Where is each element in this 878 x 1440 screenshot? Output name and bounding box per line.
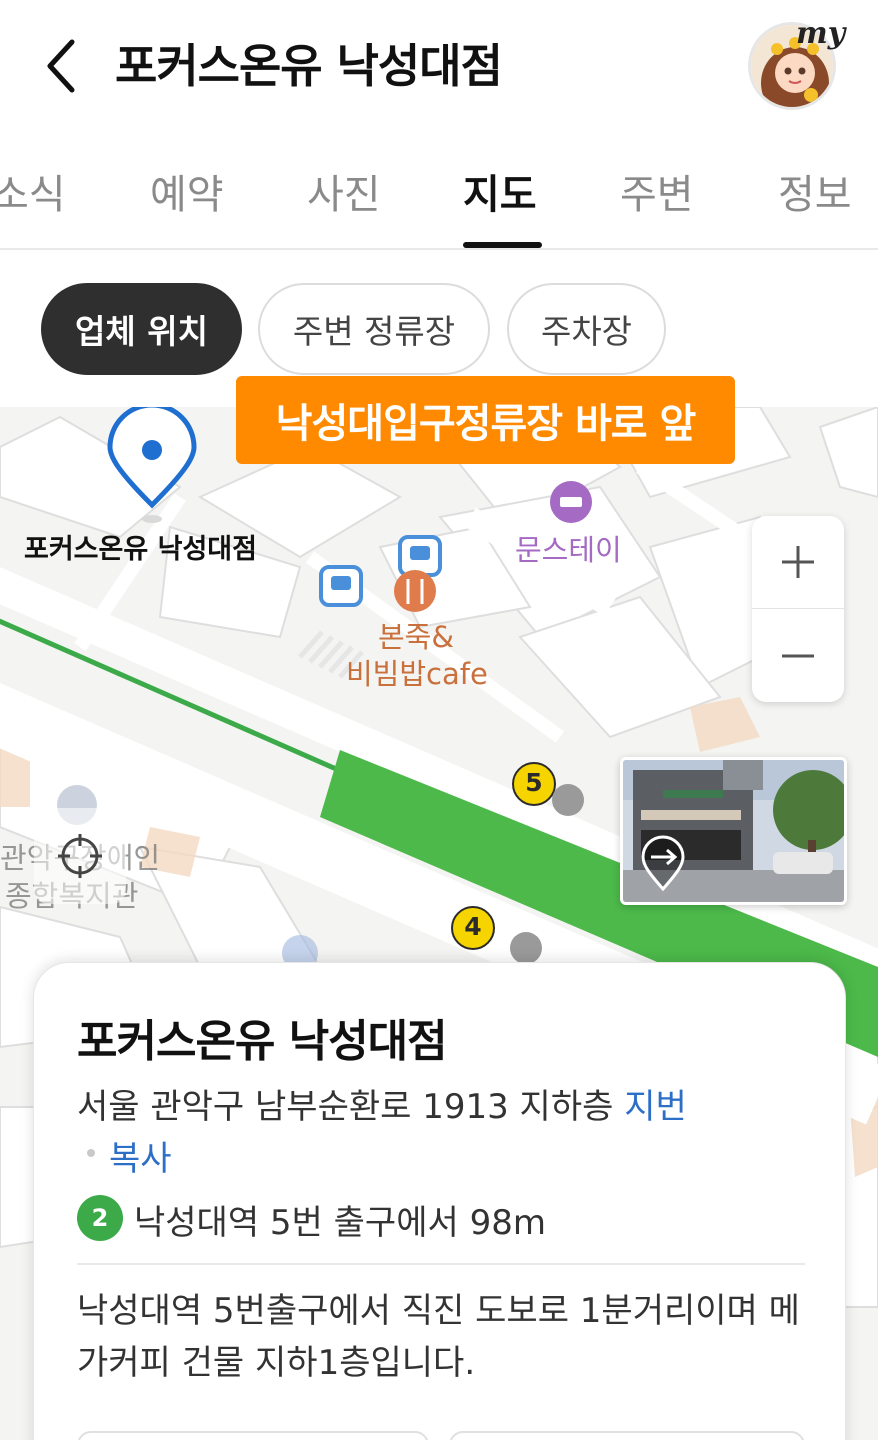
zoom-divider xyxy=(752,608,844,609)
street-view-thumbnail[interactable] xyxy=(620,757,847,905)
pin-label: 포커스온유 낙성대점 xyxy=(24,534,257,565)
back-button[interactable] xyxy=(30,28,90,104)
subway-distance: 낙성대역 5번 출구에서 98m xyxy=(134,1203,546,1243)
place-address: 서울 관악구 남부순환로 1913 지하층 지번 xyxy=(77,1079,687,1128)
avatar-tag: my xyxy=(796,16,846,51)
tab-reservation[interactable]: 예약 xyxy=(150,162,224,220)
current-location-button[interactable] xyxy=(34,808,126,904)
exit-5-label: 5 xyxy=(525,768,543,797)
tab-news[interactable]: 소식 xyxy=(0,162,66,220)
restaurant-icon xyxy=(394,570,436,612)
zoom-in-button[interactable] xyxy=(752,516,844,608)
copy-address-link[interactable]: 복사 xyxy=(109,1131,172,1180)
tab-map[interactable]: 지도 xyxy=(463,162,537,220)
place-description: 낙성대역 5번출구에서 직진 도보로 1분거리이며 메가커피 건물 지하1층입니… xyxy=(77,1291,800,1383)
page-title: 포커스온유 낙성대점 xyxy=(115,39,503,93)
zoom-out-button[interactable] xyxy=(752,610,844,702)
place-info-card: 포커스온유 낙성대점 서울 관악구 남부순환로 1913 지하층 지번 복사 2… xyxy=(33,962,846,1440)
tab-nearby[interactable]: 주변 xyxy=(620,162,694,220)
zoom-control xyxy=(752,516,844,702)
divider xyxy=(77,1263,805,1265)
card-action-button-1[interactable] xyxy=(77,1431,429,1440)
active-tab-indicator xyxy=(463,242,542,248)
tab-bar: 소식 예약 사진 지도 주변 정보 xyxy=(0,140,878,250)
tab-photos[interactable]: 사진 xyxy=(307,162,381,220)
plus-icon xyxy=(782,546,814,578)
exit-4-label: 4 xyxy=(464,912,482,941)
poi-restaurant-label-1[interactable]: 본죽& xyxy=(378,614,454,656)
separator-dot xyxy=(87,1149,95,1157)
tab-info[interactable]: 정보 xyxy=(778,162,852,220)
chevron-left-icon xyxy=(47,39,75,93)
poi-restaurant-label-2[interactable]: 비빔밥cafe xyxy=(346,651,488,693)
chip-business-location[interactable]: 업체 위치 xyxy=(41,283,242,375)
crosshair-icon xyxy=(58,834,102,878)
subway-line-badge: 2 xyxy=(77,1195,123,1241)
place-title: 포커스온유 낙성대점 xyxy=(77,1016,448,1067)
header: 포커스온유 낙성대점 my xyxy=(0,0,878,130)
poi-stay-label[interactable]: 문스테이 xyxy=(515,527,622,569)
lot-address-link[interactable]: 지번 xyxy=(624,1087,687,1127)
chip-parking[interactable]: 주차장 xyxy=(507,283,666,375)
chip-nearby-stops[interactable]: 주변 정류장 xyxy=(258,283,490,375)
minus-icon xyxy=(782,654,814,658)
card-action-button-2[interactable] xyxy=(449,1431,805,1440)
hotel-icon xyxy=(550,481,592,523)
street-view-icon xyxy=(641,835,685,891)
address-text: 서울 관악구 남부순환로 1913 지하층 xyxy=(77,1087,614,1127)
location-banner: 낙성대입구정류장 바로 앞 xyxy=(236,376,735,464)
